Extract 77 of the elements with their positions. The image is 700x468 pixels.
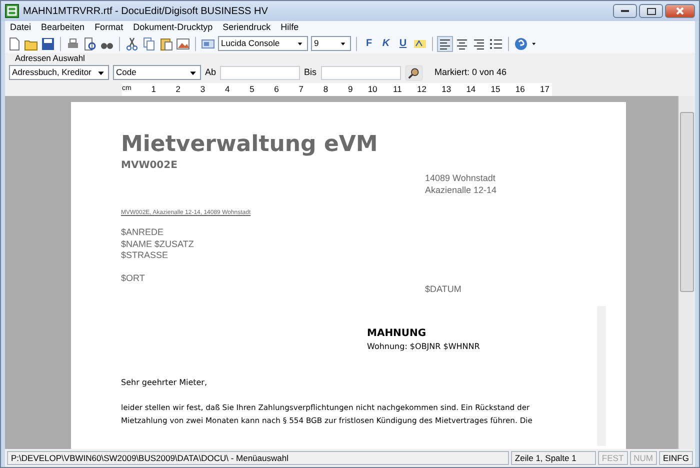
- scrollbar[interactable]: [678, 96, 695, 449]
- close-icon: [676, 7, 684, 15]
- ruler-number: 11: [392, 83, 403, 96]
- date-variable: $DATUM: [425, 284, 462, 296]
- paste-icon[interactable]: [159, 36, 173, 50]
- ruler-number: 5: [248, 83, 256, 96]
- image-icon[interactable]: [176, 36, 190, 50]
- sender-address-line: 14089 Wohnstadt: [425, 173, 496, 184]
- font-select[interactable]: Lucida Console: [218, 36, 308, 51]
- ruler-number: 16: [514, 83, 526, 96]
- status-indicator: FEST: [598, 451, 628, 465]
- recipient-line: $STRASSE: [121, 250, 170, 262]
- menu-item[interactable]: Dokument-Drucktyp: [128, 21, 218, 34]
- source-select[interactable]: Adressbuch, Kreditor: [9, 65, 109, 80]
- place-variable: $ORT: [121, 272, 146, 284]
- align-right-icon[interactable]: [472, 36, 486, 50]
- status-path: P:\DEVELOP\VBWIN60\SW2009\BUS2009\DATA\DOCU\ - Menüauswahl: [7, 451, 509, 465]
- group-label: Adressen Auswahl: [15, 53, 86, 64]
- font-size-select[interactable]: 9: [311, 36, 351, 51]
- search-button[interactable]: [404, 64, 423, 80]
- ruler-number: 8: [322, 83, 330, 96]
- print-preview-icon[interactable]: [83, 36, 97, 50]
- ruler-number: 17: [538, 83, 550, 96]
- picture-icon[interactable]: [201, 36, 215, 50]
- ruler-number: 1: [150, 83, 157, 96]
- document-heading: Mietverwaltung eVM: [121, 132, 379, 158]
- ruler-number: 7: [298, 83, 304, 96]
- close-button[interactable]: [665, 4, 695, 18]
- printer-icon[interactable]: [66, 36, 80, 50]
- ruler-number: 9: [346, 83, 354, 96]
- menu-item[interactable]: Bearbeiten: [36, 21, 90, 34]
- ruler-number: 4: [224, 83, 231, 96]
- recipient-line: $ANREDE: [121, 227, 165, 238]
- menu-item[interactable]: Hilfe: [276, 21, 304, 34]
- field-select[interactable]: Code: [113, 65, 201, 80]
- to-field[interactable]: [320, 66, 401, 80]
- window-title: MAHN1MTRVRR.rtf - DocuEdit/Digisoft BUSINESS HV: [23, 4, 269, 18]
- align-left-icon[interactable]: [438, 36, 452, 50]
- field-label: Ab: [205, 66, 216, 79]
- recipient-line: $NAME $ZUSATZ: [121, 238, 195, 250]
- help-icon[interactable]: [514, 36, 528, 50]
- scissors-icon[interactable]: [125, 36, 139, 50]
- sender-address-line: Akazienalle 12-14: [425, 184, 498, 196]
- document-code: MVW002E: [121, 159, 178, 173]
- ruler-number: 2: [174, 83, 182, 96]
- ruler-number: 13: [440, 83, 452, 96]
- salutation: Sehr geehrter Mieter,: [121, 376, 208, 388]
- status-indicator: EINFG: [659, 451, 693, 465]
- minimize-icon: [621, 10, 629, 12]
- bullet-list-icon[interactable]: [489, 36, 503, 50]
- align-center-icon[interactable]: [455, 36, 469, 50]
- from-field[interactable]: [220, 66, 300, 80]
- maximize-icon: [646, 8, 656, 14]
- field-label: Bis: [304, 66, 317, 79]
- ruler-number: 15: [490, 83, 502, 96]
- maximize-button[interactable]: [639, 4, 663, 18]
- copy-icon[interactable]: [142, 36, 156, 50]
- new-file-icon[interactable]: [7, 36, 21, 50]
- status-position: Zeile 1, Spalte 1: [510, 451, 596, 465]
- letter-subject: MAHNUNG: [367, 326, 428, 340]
- underline-button[interactable]: U: [396, 36, 410, 51]
- app-icon: [5, 4, 19, 18]
- bold-button[interactable]: F: [362, 36, 376, 51]
- ruler-number: 10: [366, 83, 378, 96]
- ruler-number: 6: [273, 83, 280, 96]
- menu-item[interactable]: Seriendruck: [218, 21, 276, 34]
- menu-item[interactable]: Format: [90, 21, 128, 34]
- italic-button[interactable]: K: [379, 36, 393, 51]
- save-icon[interactable]: [41, 36, 55, 50]
- ruler-number: 14: [465, 83, 477, 96]
- minimize-button[interactable]: [613, 4, 637, 18]
- ruler-number: 12: [416, 83, 428, 96]
- selection-count: Markiert: 0 von 46: [434, 66, 507, 79]
- ruler-number: 3: [199, 83, 206, 96]
- menu-item[interactable]: Datei: [5, 21, 36, 34]
- letter-subline: Wohnung: $OBJNR $WHNNR: [367, 340, 481, 352]
- status-indicator: NUM: [630, 451, 658, 465]
